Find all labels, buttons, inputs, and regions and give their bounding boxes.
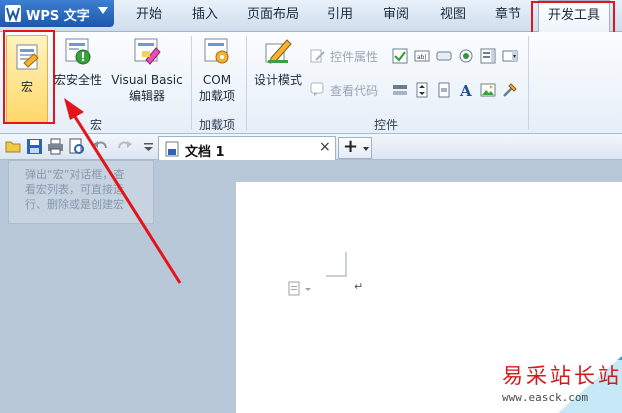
macro-group-label: 宏	[89, 118, 102, 132]
tooltip-line: 看宏列表，可直接运	[25, 183, 124, 196]
visual-basic-label-line2: 编辑器	[128, 89, 165, 103]
tab-insert[interactable]: 插入	[180, 0, 230, 32]
open-folder-icon[interactable]	[5, 138, 22, 155]
image-control-icon[interactable]	[480, 82, 496, 98]
svg-text:ab|: ab|	[417, 54, 427, 61]
view-code-button[interactable]: 查看代码	[330, 82, 378, 99]
save-icon[interactable]	[26, 138, 43, 155]
document-tab-label: 文档 1	[185, 145, 225, 160]
new-tab-button[interactable]: +	[338, 136, 372, 159]
paste-options-icon[interactable]	[288, 281, 314, 297]
toolbar-customize-icon[interactable]	[140, 138, 157, 155]
checkbox-control-icon[interactable]	[392, 48, 408, 64]
undo-icon[interactable]	[92, 138, 109, 155]
ribbon: 宏 宏安全性 Visual Basic 编辑器 宏 COM 加载项 加载项 设计…	[0, 32, 622, 134]
scrollbar-control-icon[interactable]	[436, 82, 452, 98]
view-code-icon	[310, 82, 324, 96]
controls-group-label: 控件	[373, 118, 398, 132]
label-control-icon[interactable]: A	[458, 82, 474, 98]
chevron-down-icon	[98, 7, 108, 14]
more-controls-icon[interactable]	[502, 82, 518, 98]
command-button-control-icon[interactable]	[436, 48, 452, 64]
design-mode-button[interactable]: 设计模式	[252, 36, 304, 88]
print-icon[interactable]	[47, 138, 64, 155]
app-title: WPS 文字	[26, 9, 90, 24]
macro-security-button[interactable]: 宏安全性	[52, 36, 104, 88]
combobox-control-icon[interactable]	[502, 48, 518, 64]
menu-bar: WPS 文字 开始 插入 页面布局 引用 审阅 视图 章节 开发工具	[0, 0, 622, 33]
com-addins-icon	[204, 38, 229, 64]
wps-logo-icon	[5, 5, 21, 22]
visual-basic-editor-button[interactable]: Visual Basic 编辑器	[108, 36, 186, 104]
design-mode-icon	[265, 39, 292, 64]
macro-security-icon	[65, 38, 91, 65]
tooltip-line: 行、删除或是创建宏	[25, 198, 124, 211]
control-properties-icon	[310, 49, 325, 63]
watermark-name: 易采站长站	[502, 364, 622, 388]
document-icon	[165, 141, 179, 157]
toggle-button-control-icon[interactable]	[392, 82, 408, 98]
app-menu-button[interactable]: WPS 文字	[0, 0, 114, 27]
com-label-line2: 加载项	[198, 89, 235, 103]
svg-text:A: A	[459, 82, 472, 98]
macro-tooltip: 弹出“宏”对话框，查 看宏列表，可直接运 行、删除或是创建宏	[8, 160, 154, 224]
ribbon-separator	[528, 36, 529, 130]
tab-view[interactable]: 视图	[430, 0, 476, 32]
spin-button-control-icon[interactable]	[414, 82, 430, 98]
tooltip-line: 弹出“宏”对话框，查	[25, 168, 125, 181]
addins-group-label: 加载项	[198, 118, 235, 132]
visual-basic-label-line1: Visual Basic	[111, 73, 183, 87]
tab-home[interactable]: 开始	[124, 0, 174, 32]
ribbon-separator	[246, 36, 247, 130]
ribbon-separator	[191, 36, 192, 130]
watermark-url: www.easck.com	[502, 391, 589, 404]
paragraph-mark: ↵	[354, 280, 364, 293]
tab-references[interactable]: 引用	[318, 0, 362, 32]
visual-basic-icon	[134, 38, 161, 65]
page-corner-mark	[326, 252, 347, 277]
document-tab[interactable]: 文档 1 ×	[158, 136, 336, 160]
tab-section[interactable]: 章节	[486, 0, 530, 32]
redo-icon[interactable]	[116, 138, 133, 155]
plus-icon: +	[343, 136, 359, 157]
control-properties-button[interactable]: 控件属性	[330, 48, 378, 65]
print-preview-icon[interactable]	[68, 138, 85, 155]
chevron-down-icon[interactable]	[363, 147, 369, 151]
close-icon[interactable]: ×	[319, 139, 331, 155]
macro-button-highlight	[3, 30, 55, 124]
tab-page-layout[interactable]: 页面布局	[240, 0, 306, 32]
textbox-control-icon[interactable]: ab|	[414, 48, 430, 64]
com-label-line1: COM	[202, 73, 232, 87]
com-addins-button[interactable]: COM 加载项	[194, 36, 240, 104]
design-mode-label: 设计模式	[253, 73, 302, 87]
radio-button-control-icon[interactable]	[458, 48, 474, 64]
listbox-control-icon[interactable]	[480, 48, 496, 64]
macro-security-label: 宏安全性	[53, 73, 102, 87]
tab-review[interactable]: 审阅	[374, 0, 418, 32]
